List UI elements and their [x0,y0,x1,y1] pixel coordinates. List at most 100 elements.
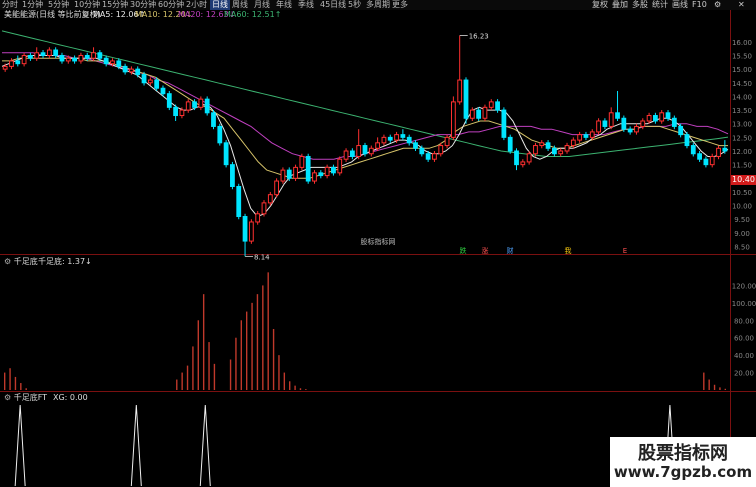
y-tick-label: 10.50 [732,189,752,197]
ma5-line [1,55,729,218]
candle-body [141,74,147,84]
candle-body [665,112,671,119]
candle-body [110,60,115,65]
candle-body [558,150,564,155]
candle-body [198,98,204,108]
current-price-box: 10.40 [731,175,756,185]
candle-body [34,52,40,59]
candle-body [671,117,677,127]
signal-spike [199,404,211,487]
candle-body [65,57,71,62]
candle-body [589,131,595,138]
candle-body [564,145,570,152]
y-tick-label: 120.00 [732,282,756,290]
candle-body [362,145,368,155]
candle-body [394,134,399,141]
candle-body [722,147,728,152]
candle-body [53,49,59,56]
chart-watermark-text: 股标指标网 [361,237,396,246]
candle-body [84,54,90,59]
candle-body [539,142,545,147]
y-tick-label: 100.00 [732,300,756,308]
candle-body [223,142,229,166]
y-tick-label: 10.00 [732,203,752,211]
candle-body [507,136,513,152]
candle-body [570,139,576,147]
y-tick-label: 11.50 [732,162,752,170]
candle-body [634,125,639,133]
candle-body [293,166,298,179]
candle-body [381,136,387,144]
candle-body [495,101,500,111]
candle-body [160,87,166,95]
candle-body [2,65,8,70]
candle-body [583,134,589,138]
candle-body [406,136,412,144]
candle-body [463,79,469,119]
candle-body [40,52,46,56]
ma60-line [1,30,729,157]
site-watermark: 股票指标网 www.7gpzb.com [610,437,756,487]
y-tick-label: 80.00 [734,317,754,325]
candle-body [457,79,463,103]
candle-body [577,134,583,141]
candle-body [185,101,191,111]
candle-body [242,216,248,242]
candle-body [349,150,355,157]
candle-body [337,158,343,174]
candle-body [621,117,627,130]
candle-body [91,52,96,59]
candle-body [678,125,684,136]
candle-body [154,79,160,89]
y-tick-label: 8.50 [734,244,750,252]
candle-body [716,147,721,157]
candle-body [305,155,311,182]
y-tick-label: 60.00 [734,335,754,343]
y-tick-label: 12.50 [732,134,752,142]
event-marker: 跌 [460,246,467,255]
signal-spike [14,404,26,487]
candle-body [469,109,475,119]
candle-body [166,93,172,108]
candle-body [375,142,381,149]
candle-body [413,142,418,149]
candle-body [312,172,317,182]
candle-body [551,147,557,155]
candle-body [432,153,437,160]
candle-body [135,68,141,76]
candle-body [545,142,551,149]
y-tick-label: 20.00 [734,370,754,378]
candle-body [255,213,261,223]
candle-body [356,145,362,157]
candle-body [488,101,494,108]
candle-body [267,194,273,204]
high-price-label: 16.23 [469,33,489,41]
y-tick-label: 40.00 [734,352,754,360]
y-tick-label: 9.50 [734,216,750,224]
candle-body [318,172,324,177]
candle-body [9,60,14,67]
event-marker: E [623,247,627,255]
event-marker: 我 [565,246,572,255]
candle-body [438,145,444,155]
candle-body [236,185,242,218]
chart-canvas[interactable]: 16.00 15.50 15.00 14.50 14.00 13.50 13.00 12.50… [0,0,756,487]
candle-body [627,128,633,133]
y-tick-label: 15.50 [732,52,752,60]
candle-body [299,155,305,168]
candle-body [533,145,538,155]
candle-body [501,109,507,138]
candle-body [103,57,109,65]
candle-body [659,112,665,122]
candle-body [280,169,286,182]
candle-body [400,134,406,138]
candle-body [690,145,696,155]
candle-body [368,147,374,155]
candle-body [709,155,715,166]
candle-body [211,112,216,127]
candle-body [122,65,128,73]
candle-body [520,161,526,166]
candle-body [274,180,280,196]
y-tick-label: 13.50 [732,107,752,115]
candle-body [261,202,267,215]
